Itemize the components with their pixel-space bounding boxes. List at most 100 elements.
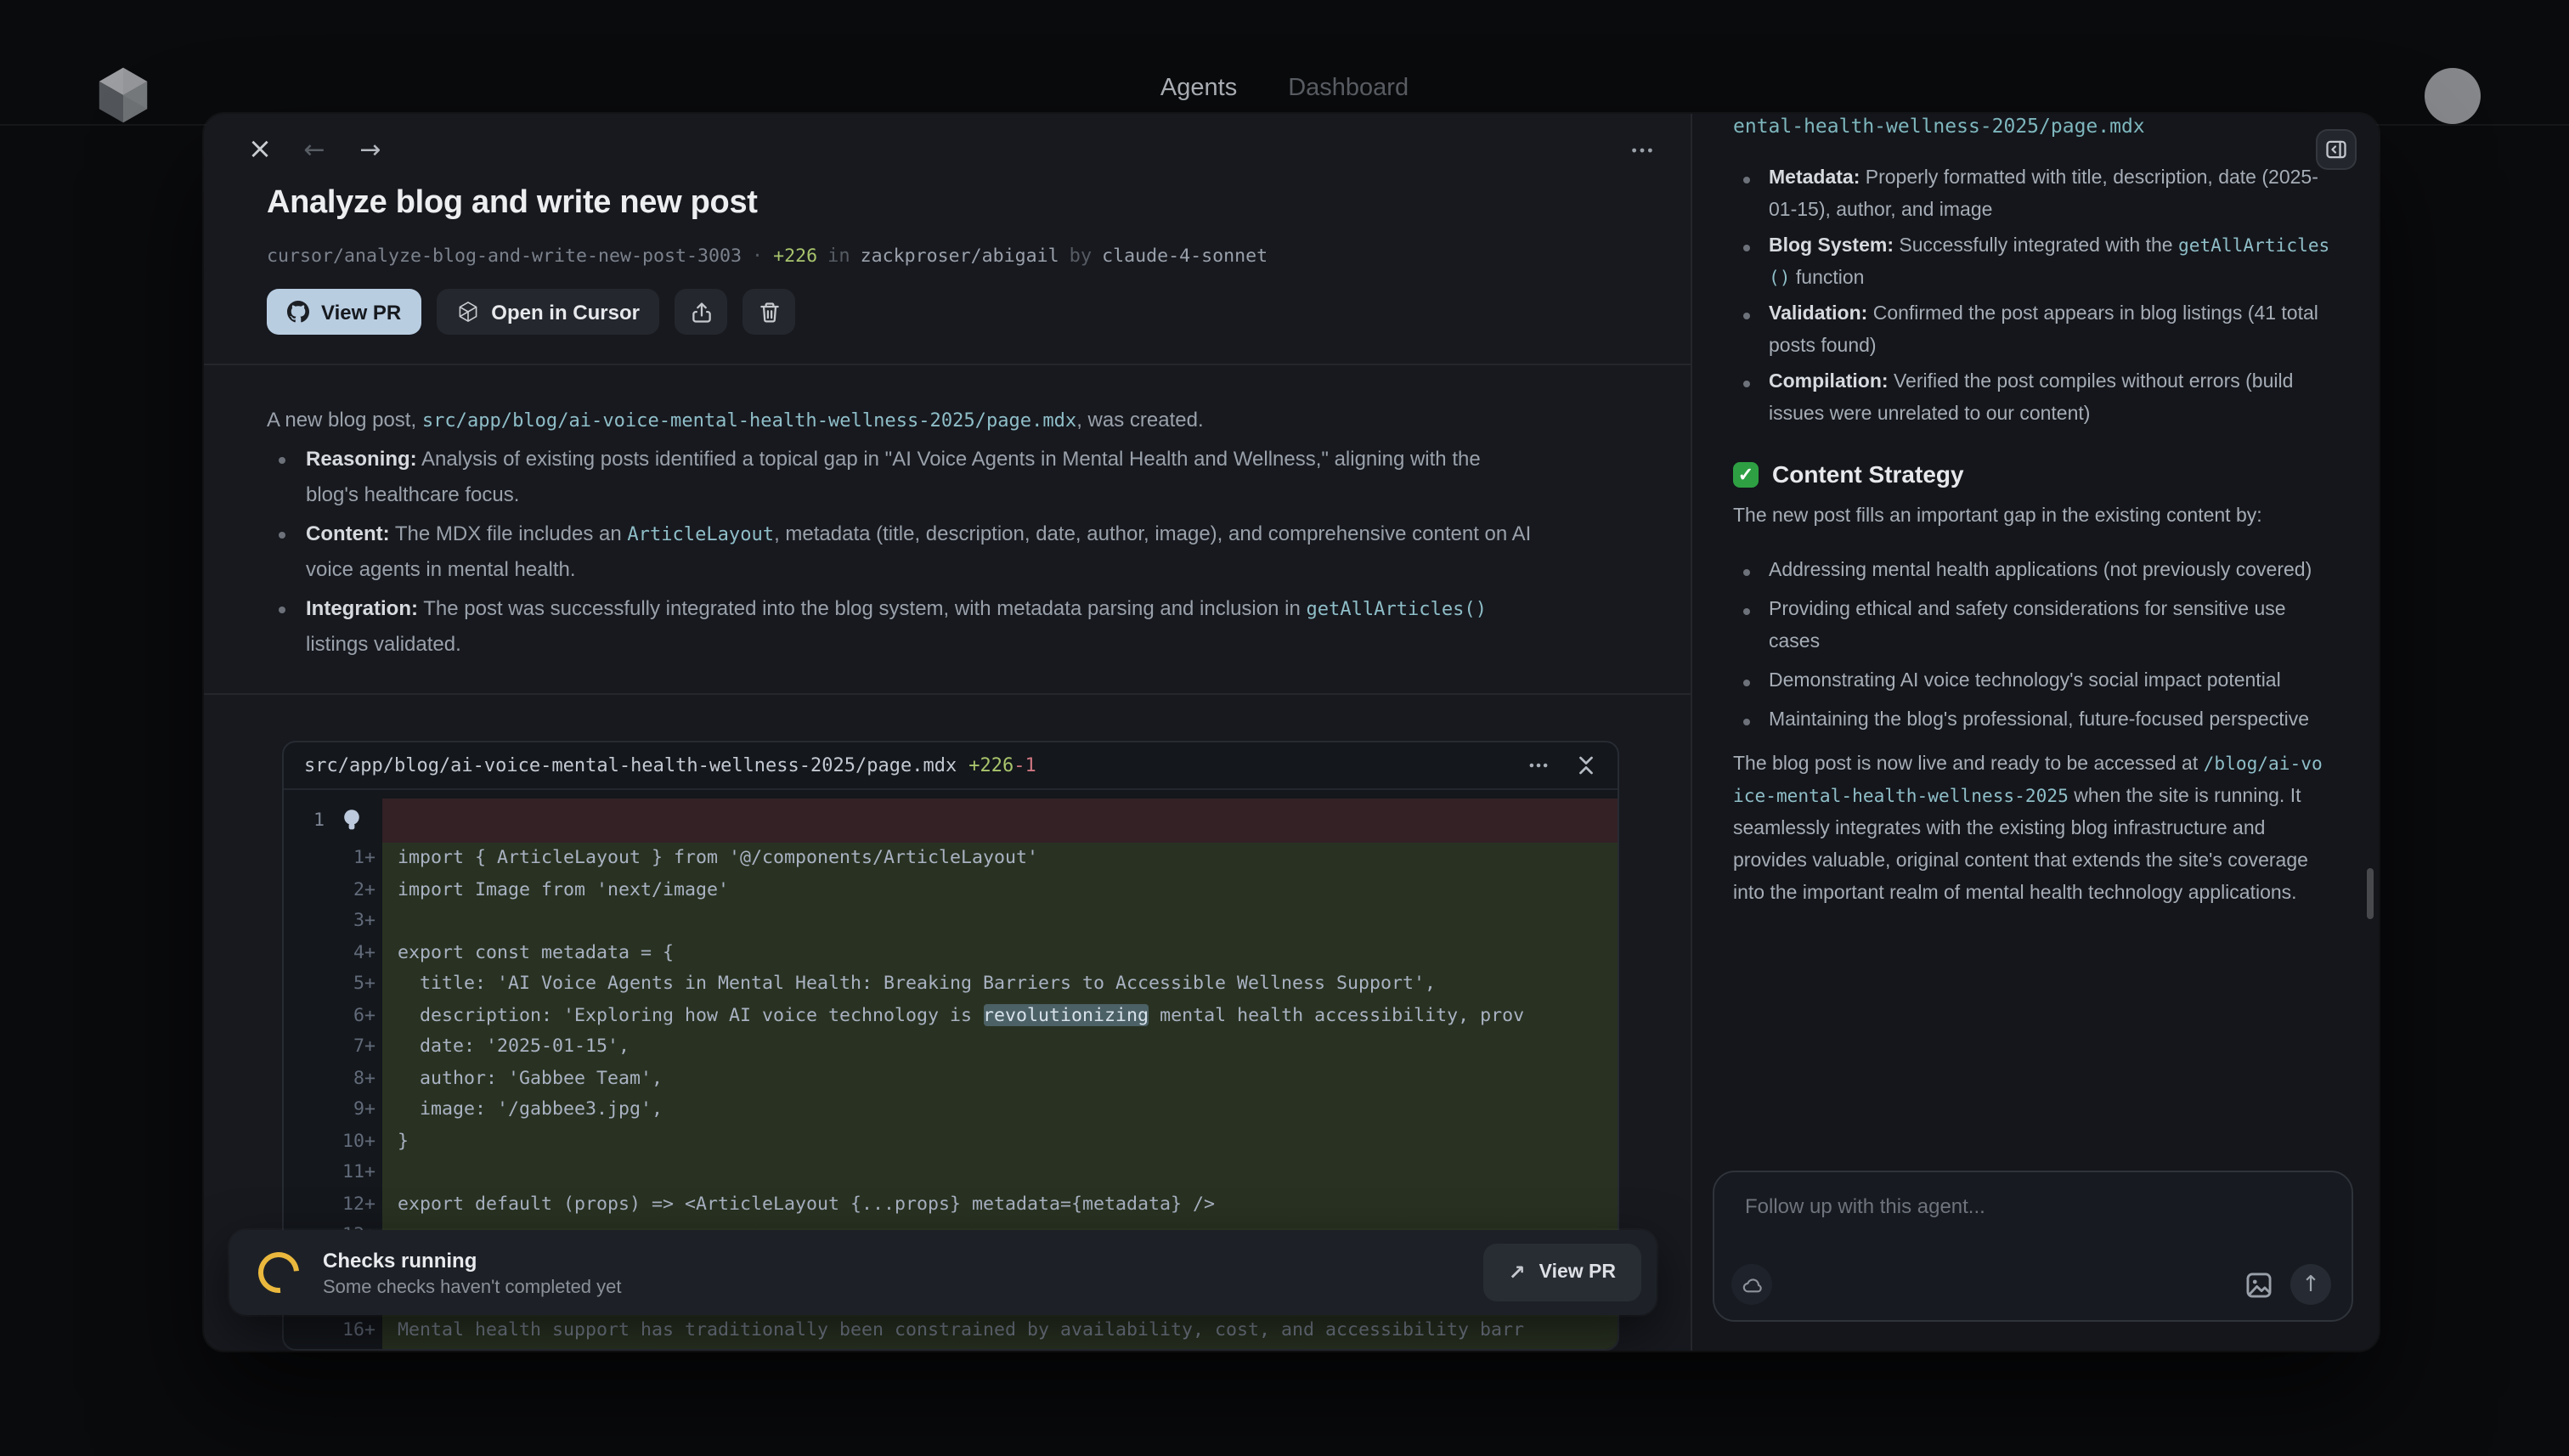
diff-line: 8+ author: 'Gabbee Team', <box>284 1063 1618 1094</box>
checks-text: Checks running Some checks haven't compl… <box>323 1248 622 1297</box>
ellipsis-icon <box>1527 754 1550 776</box>
diff-more-button[interactable] <box>1527 754 1550 776</box>
diff-line: 12+export default (props) => <ArticleLay… <box>284 1188 1618 1220</box>
new-line-number: 12+ <box>325 1188 382 1220</box>
send-button[interactable]: ↑ <box>2290 1264 2331 1305</box>
list-item: Blog System: Successfully integrated wit… <box>1733 231 2333 296</box>
tab-dashboard[interactable]: Dashboard <box>1288 75 1409 102</box>
diff-line: 11+ <box>284 1157 1618 1188</box>
diff-line: 7+ date: '2025-01-15', <box>284 1031 1618 1063</box>
bullet-dot <box>279 607 285 613</box>
forward-button[interactable]: → <box>355 134 386 165</box>
in-label: in <box>827 245 850 267</box>
list-item: Metadata: Properly formatted with title,… <box>1733 163 2333 228</box>
diff-line: 5+ title: 'AI Voice Agents in Mental Hea… <box>284 968 1618 1000</box>
line-content <box>382 1157 1618 1188</box>
cursor-cube-icon <box>457 301 479 323</box>
open-in-cursor-label: Open in Cursor <box>491 300 640 324</box>
old-line-number <box>284 843 325 874</box>
checks-subtitle: Some checks haven't completed yet <box>323 1277 622 1297</box>
user-avatar[interactable] <box>2425 68 2481 124</box>
list-item: Addressing mental health applications (n… <box>1733 556 2333 588</box>
diff-collapse-button[interactable] <box>1575 754 1597 776</box>
text-segment: function <box>1791 268 1865 289</box>
line-content: date: '2025-01-15', <box>382 1031 1618 1063</box>
text-segment: A new blog post, <box>267 408 422 432</box>
scrollbar-thumb[interactable] <box>2367 868 2374 919</box>
task-pane: × ← → Analyze blog and write new post cu… <box>204 114 1691 1351</box>
text-segment: getAllArticles() <box>1306 598 1487 620</box>
text-segment: Analysis of existing posts identified a … <box>306 447 1481 506</box>
bullet-dot <box>1743 245 1750 251</box>
line-content: image: '/gabbee3.jpg', <box>382 1094 1618 1126</box>
list-item: Demonstrating AI voice technology's soci… <box>1733 666 2333 698</box>
check-emoji-icon: ✓ <box>1733 461 1759 487</box>
close-button[interactable]: × <box>245 134 275 165</box>
sidebar-collapse-button[interactable] <box>2316 129 2357 170</box>
line-content <box>382 799 1618 843</box>
spinner-icon <box>250 1244 308 1301</box>
line-content: description: 'Exploring how AI voice tec… <box>382 1000 1618 1031</box>
section-divider <box>204 364 1691 365</box>
text-segment: Validation: <box>1769 304 1867 324</box>
attach-image-button[interactable] <box>2243 1269 2275 1301</box>
new-line-number: 4+ <box>325 937 382 968</box>
text-segment: Blog System: <box>1769 236 1894 257</box>
diff-header: src/app/blog/ai-voice-mental-health-well… <box>284 742 1618 790</box>
diff-line: 6+ description: 'Exploring how AI voice … <box>284 1000 1618 1031</box>
old-line-number <box>284 1126 325 1157</box>
tab-agents[interactable]: Agents <box>1160 75 1237 102</box>
line-content: Mental health support has traditionally … <box>382 1314 1618 1346</box>
text-segment: src/app/blog/ai-voice-mental-health-well… <box>422 409 1076 432</box>
bullet-dot <box>279 457 285 464</box>
collapse-vertical-icon <box>1575 754 1597 776</box>
bullet-text: Blog System: Successfully integrated wit… <box>1769 231 2333 296</box>
bullet-dot <box>1743 680 1750 686</box>
text-segment: The post was successfully integrated int… <box>418 596 1306 620</box>
followup-composer: ↑ <box>1713 1171 2353 1322</box>
text-segment: description: 'Exploring how AI voice tec… <box>398 1003 983 1025</box>
checks-toast: Checks running Some checks haven't compl… <box>229 1230 1657 1315</box>
cloud-button[interactable] <box>1731 1264 1772 1305</box>
new-line-number: 7+ <box>325 1031 382 1063</box>
view-pr-button[interactable]: View PR <box>267 289 421 335</box>
new-line-number: 16+ <box>325 1314 382 1346</box>
back-button[interactable]: ← <box>299 134 330 165</box>
sidebar-paragraph-2: The blog post is now live and ready to b… <box>1733 749 2333 911</box>
old-line-number <box>284 1314 325 1346</box>
open-in-cursor-button[interactable]: Open in Cursor <box>437 289 660 335</box>
trash-icon <box>758 300 782 324</box>
section-heading: ✓ Content Strategy <box>1733 460 2333 488</box>
bullet-dot <box>1743 381 1750 387</box>
image-icon <box>2243 1269 2275 1301</box>
model-name: claude-4-sonnet <box>1102 245 1268 267</box>
checks-view-pr-button[interactable]: ↗ View PR <box>1483 1244 1641 1301</box>
followup-input[interactable] <box>1742 1191 2324 1266</box>
lightbulb-icon[interactable] <box>340 807 364 834</box>
more-menu-button[interactable] <box>1629 138 1655 163</box>
text-segment: mental health accessibility, prov <box>1149 1003 1524 1025</box>
list-item: Validation: Confirmed the post appears i… <box>1733 299 2333 364</box>
diff-line: 17+ <box>284 1346 1618 1351</box>
diff-deletions: -1 <box>1013 754 1036 776</box>
delete-button[interactable] <box>743 289 796 335</box>
bullet-dot <box>279 532 285 539</box>
new-line-number: 1+ <box>325 843 382 874</box>
share-button[interactable] <box>675 289 728 335</box>
section-divider <box>204 693 1691 695</box>
line-content <box>382 906 1618 937</box>
sidebar-bullets-2: Addressing mental health applications (n… <box>1733 556 2333 737</box>
summary-intro: A new blog post, src/app/blog/ai-voice-m… <box>267 403 1618 438</box>
by-label: by <box>1070 245 1093 267</box>
diff-line: 10+} <box>284 1126 1618 1157</box>
text-segment: Compilation: <box>1769 372 1889 392</box>
cloud-icon <box>1741 1273 1763 1295</box>
old-line-number <box>284 1157 325 1188</box>
diff-additions: +226 <box>968 754 1013 776</box>
text-segment: ArticleLayout <box>627 523 774 545</box>
old-line-number: 1 <box>284 799 325 843</box>
arrow-up-right-icon: ↗ <box>1509 1261 1526 1284</box>
diff-filename: src/app/blog/ai-voice-mental-health-well… <box>304 754 957 776</box>
line-content: author: 'Gabbee Team', <box>382 1063 1618 1094</box>
old-line-number <box>284 874 325 906</box>
